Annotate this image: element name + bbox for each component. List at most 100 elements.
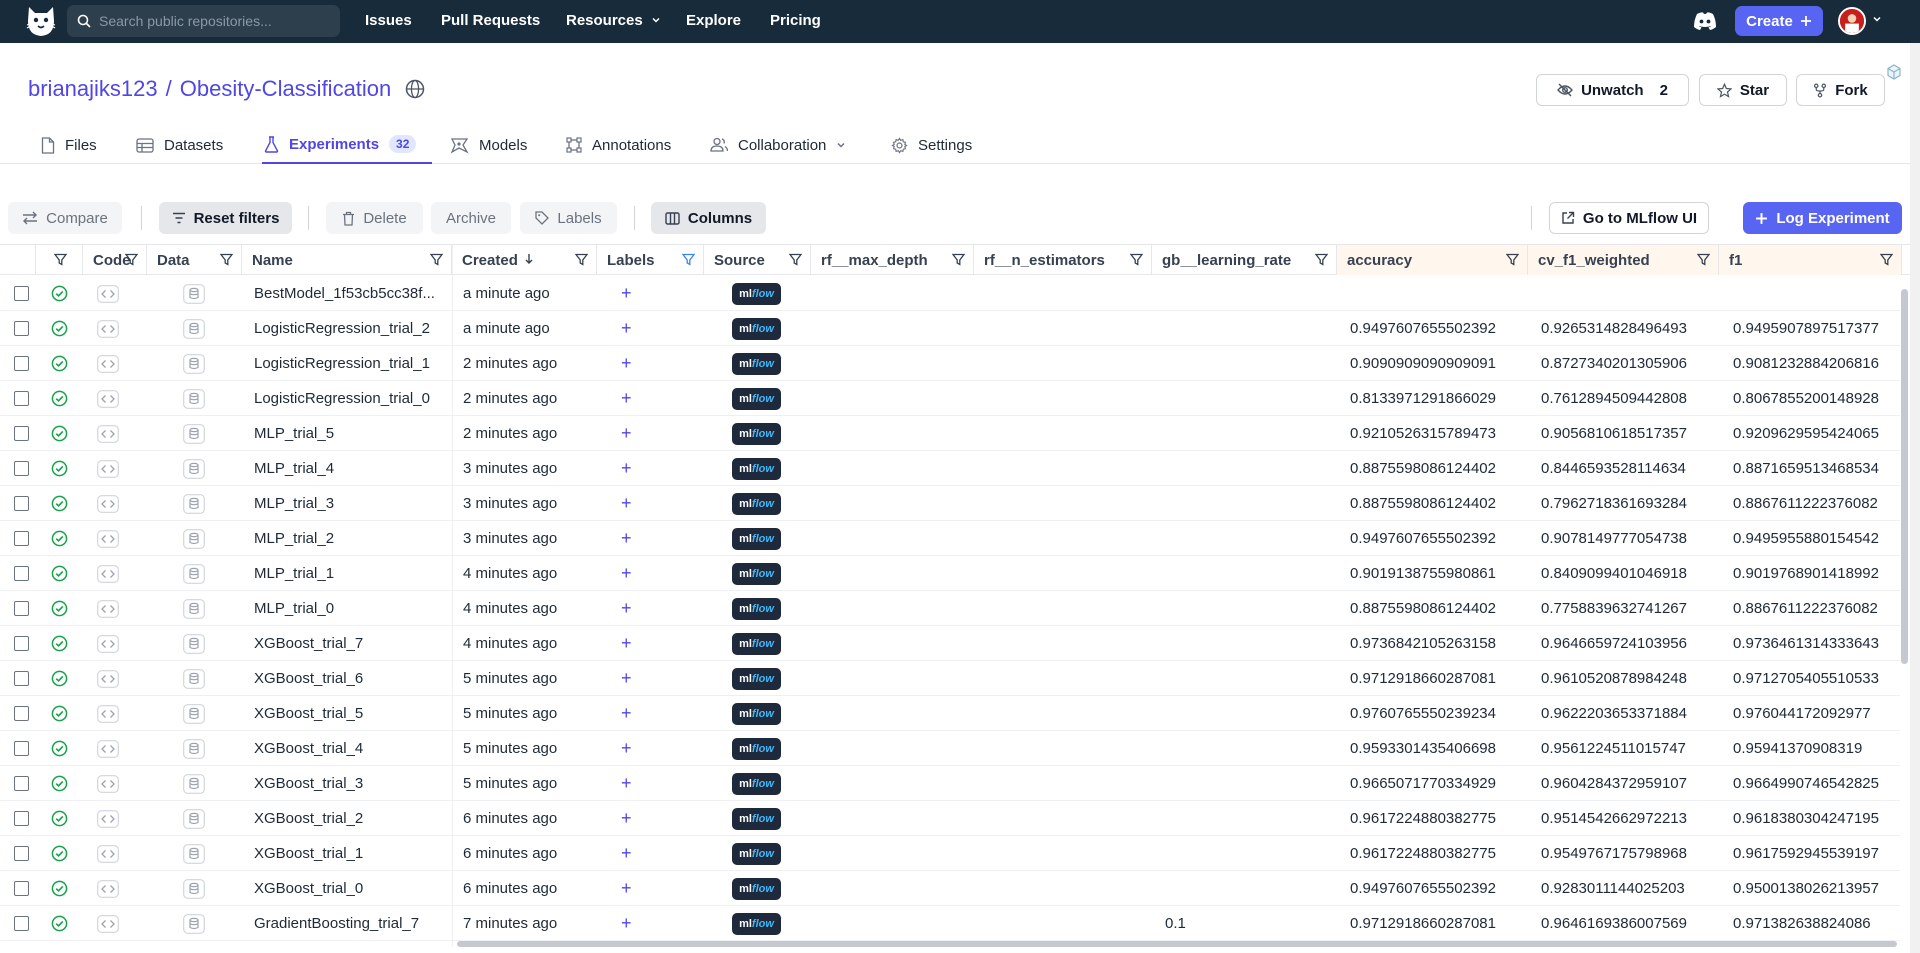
columns-button[interactable]: Columns [651,202,766,234]
mlflow-source-badge[interactable]: ml flow [732,877,781,900]
go-to-mlflow-ui-button[interactable]: Go to MLflow UI [1549,202,1709,234]
column-header-rf-max-depth[interactable]: rf__max_depth [811,245,974,275]
code-icon[interactable] [97,809,119,828]
column-header-name[interactable]: Name [242,245,452,275]
code-icon[interactable] [97,494,119,513]
add-label-button[interactable]: + [621,493,632,514]
add-label-button[interactable]: + [621,458,632,479]
table-row[interactable]: MLP_trial_1 4 minutes ago + ml flow 0.901… [0,556,1900,591]
experiment-name[interactable]: XGBoost_trial_3 [254,775,363,792]
compare-button[interactable]: Compare [8,202,122,234]
code-icon[interactable] [97,914,119,933]
row-checkbox[interactable] [14,601,29,616]
repo-owner-link[interactable]: brianajiks123 [28,76,158,102]
table-horizontal-scrollbar[interactable] [457,941,1897,947]
table-row[interactable]: XGBoost_trial_1 6 minutes ago + ml flow 0… [0,836,1900,871]
data-icon[interactable] [183,913,205,934]
code-icon[interactable] [97,704,119,723]
tab-experiments[interactable]: Experiments 32 [262,126,432,164]
filter-icon[interactable] [1129,253,1144,266]
experiment-name[interactable]: XGBoost_trial_0 [254,880,363,897]
table-row[interactable]: XGBoost_trial_7 4 minutes ago + ml flow 0… [0,626,1900,661]
tab-files[interactable]: Files [41,126,97,164]
nav-issues[interactable]: Issues [365,12,412,29]
code-icon[interactable] [97,739,119,758]
code-icon[interactable] [97,844,119,863]
mlflow-source-badge[interactable]: ml flow [732,667,781,690]
add-label-button[interactable]: + [621,913,632,934]
table-row[interactable]: XGBoost_trial_5 5 minutes ago + ml flow 0… [0,696,1900,731]
experiment-name[interactable]: LogisticRegression_trial_2 [254,320,430,337]
mlflow-source-badge[interactable]: ml flow [732,457,781,480]
row-checkbox[interactable] [14,321,29,336]
row-checkbox[interactable] [14,566,29,581]
star-button[interactable]: Star [1699,74,1787,106]
experiment-name[interactable]: XGBoost_trial_2 [254,810,363,827]
filter-icon[interactable] [1505,253,1520,266]
nav-pricing[interactable]: Pricing [770,12,821,29]
column-header-f1[interactable]: f1 [1719,245,1902,275]
code-icon[interactable] [97,284,119,303]
filter-icon[interactable] [574,253,589,266]
column-header-data[interactable]: Data [147,245,242,275]
table-row[interactable]: MLP_trial_0 4 minutes ago + ml flow 0.887… [0,591,1900,626]
data-icon[interactable] [183,738,205,759]
data-icon[interactable] [183,808,205,829]
row-checkbox[interactable] [14,811,29,826]
experiment-name[interactable]: LogisticRegression_trial_0 [254,390,430,407]
row-checkbox[interactable] [14,286,29,301]
add-label-button[interactable]: + [621,843,632,864]
add-label-button[interactable]: + [621,423,632,444]
row-checkbox[interactable] [14,671,29,686]
dagshub-logo-icon[interactable] [23,3,59,39]
experiment-name[interactable]: MLP_trial_5 [254,425,334,442]
search-box[interactable] [67,5,340,37]
row-checkbox[interactable] [14,916,29,931]
archive-button[interactable]: Archive [431,202,511,234]
row-checkbox[interactable] [14,741,29,756]
filter-icon[interactable] [681,253,696,266]
filter-icon[interactable] [951,253,966,266]
add-label-button[interactable]: + [621,668,632,689]
code-icon[interactable] [97,879,119,898]
labels-button[interactable]: Labels [520,202,617,234]
row-checkbox[interactable] [14,461,29,476]
experiment-name[interactable]: XGBoost_trial_6 [254,670,363,687]
add-label-button[interactable]: + [621,388,632,409]
code-icon[interactable] [97,424,119,443]
data-icon[interactable] [183,633,205,654]
table-row[interactable]: XGBoost_trial_4 5 minutes ago + ml flow 0… [0,731,1900,766]
add-label-button[interactable]: + [621,563,632,584]
nav-explore[interactable]: Explore [686,12,741,29]
fork-button[interactable]: Fork [1796,74,1885,106]
code-icon[interactable] [97,529,119,548]
table-row[interactable]: XGBoost_trial_2 6 minutes ago + ml flow 0… [0,801,1900,836]
create-button[interactable]: Create [1735,6,1823,36]
delete-button[interactable]: Delete [326,202,423,234]
mlflow-source-badge[interactable]: ml flow [732,562,781,585]
nav-pull-requests[interactable]: Pull Requests [441,12,540,29]
code-icon[interactable] [97,774,119,793]
row-checkbox[interactable] [14,356,29,371]
log-experiment-button[interactable]: Log Experiment [1743,202,1902,234]
mlflow-source-badge[interactable]: ml flow [732,772,781,795]
tab-settings[interactable]: Settings [891,126,972,164]
experiment-name[interactable]: MLP_trial_1 [254,565,334,582]
data-icon[interactable] [183,493,205,514]
row-checkbox[interactable] [14,776,29,791]
add-label-button[interactable]: + [621,633,632,654]
mlflow-source-badge[interactable]: ml flow [732,387,781,410]
table-vertical-scrollbar[interactable] [1901,289,1908,664]
data-icon[interactable] [183,283,205,304]
table-row[interactable]: LogisticRegression_trial_1 2 minutes ago… [0,346,1900,381]
filter-icon[interactable] [219,253,234,266]
experiment-name[interactable]: XGBoost_trial_1 [254,845,363,862]
experiment-name[interactable]: MLP_trial_4 [254,460,334,477]
table-row[interactable]: XGBoost_trial_3 5 minutes ago + ml flow 0… [0,766,1900,801]
filter-icon[interactable] [1314,253,1329,266]
table-row[interactable]: LogisticRegression_trial_2 a minute ago … [0,311,1900,346]
column-header-cv-f1-weighted[interactable]: cv_f1_weighted [1528,245,1719,275]
row-checkbox[interactable] [14,846,29,861]
tab-datasets[interactable]: Datasets [136,126,223,164]
add-label-button[interactable]: + [621,703,632,724]
